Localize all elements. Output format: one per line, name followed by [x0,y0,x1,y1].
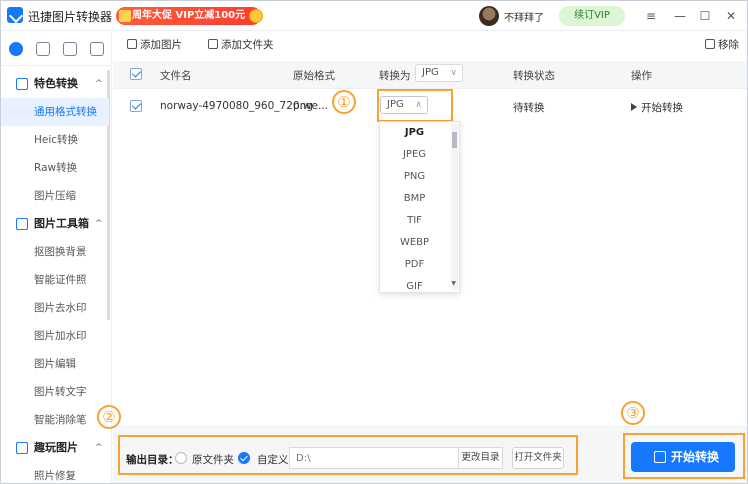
format-option-tif[interactable]: TIF [380,210,449,232]
sidebar-item-compress[interactable]: 图片压缩 [1,182,109,210]
sidebar-item-eraser[interactable]: 智能消除笔 [1,406,109,434]
sidebar-section-toolbox[interactable]: 图片工具箱 ^ [1,210,109,238]
scroll-down-icon[interactable]: ▼ [451,280,456,287]
sidebar: 特色转换 ^ 通用格式转换 Heic转换 Raw转换 图片压缩 图片工具箱 ^ … [1,32,112,483]
sidebar-item-general-format[interactable]: 通用格式转换 [1,98,109,126]
cell-status: 待转换 [513,102,545,114]
coin-icon [249,9,263,23]
add-folder-icon [208,39,218,49]
chevron-up-icon: ^ [95,219,103,229]
featured-icon [16,78,28,90]
toolbar: 添加图片 添加文件夹 移除 [113,32,747,56]
row-checkbox[interactable] [130,100,142,112]
add-folder-button[interactable]: 添加文件夹 [208,37,274,52]
format-option-png[interactable]: PNG [380,166,449,188]
fun-icon [16,442,28,454]
sidebar-section-featured[interactable]: 特色转换 ^ [1,70,109,98]
format-dropdown: JPG JPEG PNG BMP TIF WEBP PDF GIF ▼ [379,121,460,293]
section-title: 趣玩图片 [34,441,78,454]
trash-icon [705,39,715,49]
sidebar-item-edit[interactable]: 图片编辑 [1,350,109,378]
minimize-icon[interactable]: — [671,7,689,25]
format-option-gif[interactable]: GIF [380,276,449,298]
format-option-jpeg[interactable]: JPEG [380,144,449,166]
username[interactable]: 不拜拜了 [504,9,544,24]
sidebar-item-id-photo[interactable]: 智能证件照 [1,266,109,294]
play-icon [631,103,637,111]
format-option-webp[interactable]: WEBP [380,232,449,254]
section-title: 图片工具箱 [34,217,89,230]
picture-icon[interactable] [63,42,77,56]
toolbox-icon [16,218,28,230]
row-start-button[interactable]: 开始转换 [631,100,683,115]
add-folder-label: 添加文件夹 [221,39,274,51]
sidebar-item-photo-repair[interactable]: 照片修复 [1,462,109,483]
sidebar-item-remove-watermark[interactable]: 图片去水印 [1,294,109,322]
format-option-jpg[interactable]: JPG [380,122,449,144]
sidebar-item-add-watermark[interactable]: 图片加水印 [1,322,109,350]
chevron-up-icon: ^ [95,443,103,453]
format-option-pdf[interactable]: PDF [380,254,449,276]
home-icon[interactable] [9,42,23,56]
header-filename: 文件名 [160,70,192,82]
header-convert-to: 转换为 [379,70,411,82]
close-icon[interactable]: ✕ [722,7,740,25]
sidebar-item-heic[interactable]: Heic转换 [1,126,109,154]
title-bar: 迅捷图片转换器 周年大促 VIP立减100元 不拜拜了 续订VIP ≡ — ☐ … [1,1,747,31]
sidebar-item-cutout[interactable]: 抠图换背景 [1,238,109,266]
row-start-label: 开始转换 [641,102,683,114]
annotation-number-1: ① [332,90,356,114]
remove-label: 移除 [718,39,739,51]
promo-text: 周年大促 VIP立减100元 [132,10,246,21]
annotation-box-1 [377,89,453,122]
cell-original-format: png [293,100,313,112]
copy-icon[interactable] [90,42,104,56]
sidebar-list: 特色转换 ^ 通用格式转换 Heic转换 Raw转换 图片压缩 图片工具箱 ^ … [1,70,109,483]
image-convert-icon[interactable] [36,42,50,56]
sidebar-item-raw[interactable]: Raw转换 [1,154,109,182]
app-window: 迅捷图片转换器 周年大促 VIP立减100元 不拜拜了 续订VIP ≡ — ☐ … [0,0,748,484]
table-header: 文件名 原始格式 转换为 JPG ∨ 转换状态 操作 [113,61,747,89]
menu-icon[interactable]: ≡ [642,7,660,25]
select-all-checkbox[interactable] [130,68,142,80]
format-option-bmp[interactable]: BMP [380,188,449,210]
chevron-up-icon: ^ [95,79,103,89]
app-title: 迅捷图片转换器 [28,10,113,24]
annotation-box-3 [623,433,745,479]
chevron-down-icon: ∨ [450,68,457,78]
maximize-icon[interactable]: ☐ [696,7,714,25]
section-title: 特色转换 [34,77,78,90]
batch-format-select[interactable]: JPG ∨ [415,64,463,82]
annotation-box-2 [118,435,578,475]
app-logo-icon [7,7,23,23]
annotation-number-2: ② [97,405,121,429]
promo-banner[interactable]: 周年大促 VIP立减100元 [116,7,263,25]
remove-button[interactable]: 移除 [705,37,739,52]
header-original-format: 原始格式 [293,70,335,82]
dropdown-scroll-thumb[interactable] [452,132,457,148]
add-image-icon [127,39,137,49]
dropdown-scrollbar[interactable]: ▼ [451,124,458,290]
renew-vip-button[interactable]: 续订VIP [559,6,625,26]
sidebar-item-ocr[interactable]: 图片转文字 [1,378,109,406]
sidebar-icon-bar [1,32,112,66]
batch-format-value: JPG [422,67,439,78]
gift-icon [119,10,131,22]
avatar[interactable] [479,6,499,26]
header-action: 操作 [631,70,652,82]
add-image-label: 添加图片 [140,39,182,51]
header-status: 转换状态 [513,70,555,82]
add-image-button[interactable]: 添加图片 [127,37,182,52]
sidebar-section-fun[interactable]: 趣玩图片 ^ [1,434,109,462]
annotation-number-3: ③ [621,401,645,425]
